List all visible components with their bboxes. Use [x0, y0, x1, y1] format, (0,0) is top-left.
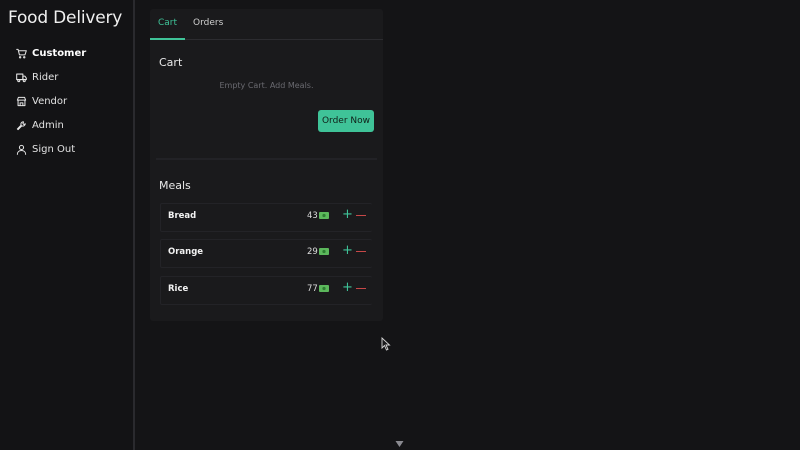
meal-price: 43 [307, 211, 318, 221]
money-icon [319, 285, 329, 292]
chevron-down-icon[interactable] [395, 440, 404, 448]
cart-empty-message: Empty Cart. Add Meals. [219, 81, 314, 90]
add-meal-button[interactable]: + [342, 244, 353, 258]
meal-row-orange: Orange 29 + [160, 239, 372, 268]
minus-icon [356, 251, 366, 252]
meal-price: 77 [307, 284, 318, 294]
mouse-cursor-icon [381, 337, 391, 351]
minus-icon [356, 288, 366, 289]
sidebar-item-rider[interactable]: Rider [16, 65, 86, 89]
meal-name: Orange [168, 247, 204, 257]
tab-orders[interactable]: Orders [193, 9, 223, 39]
meal-price: 29 [307, 247, 318, 257]
section-divider [156, 158, 377, 160]
remove-meal-button[interactable] [356, 246, 366, 256]
meal-name: Rice [168, 284, 189, 294]
sidebar-item-label: Customer [32, 47, 87, 59]
sidebar-item-label: Sign Out [32, 143, 76, 155]
money-icon [319, 212, 329, 219]
sidebar-item-customer[interactable]: Customer [16, 41, 86, 65]
cart-icon [16, 48, 27, 59]
tab-bar: Cart Orders [150, 9, 383, 40]
meal-row-bread: Bread 43 + [160, 203, 372, 232]
active-tab-indicator [150, 38, 185, 40]
sidebar-item-label: Rider [32, 71, 59, 83]
remove-meal-button[interactable] [356, 210, 366, 220]
add-meal-button[interactable]: + [342, 208, 353, 222]
cart-title: Cart [159, 56, 183, 69]
tab-cart[interactable]: Cart [150, 9, 185, 39]
app-title: Food Delivery [8, 8, 123, 28]
add-meal-button[interactable]: + [342, 281, 353, 295]
meal-row-rice: Rice 77 + [160, 276, 372, 305]
app-root: Food Delivery Customer Rider Vendor Admi… [0, 0, 800, 450]
remove-meal-button[interactable] [356, 283, 366, 293]
truck-icon [16, 72, 27, 83]
sidebar-item-vendor[interactable]: Vendor [16, 89, 86, 113]
sidebar-item-label: Vendor [32, 95, 68, 107]
store-icon [16, 96, 27, 107]
money-icon [319, 248, 329, 255]
sidebar: Food Delivery Customer Rider Vendor Admi… [0, 0, 135, 450]
customer-panel: Cart Orders Cart Empty Cart. Add Meals. … [150, 9, 383, 321]
sidebar-item-sign-out[interactable]: Sign Out [16, 137, 86, 161]
wrench-icon [16, 120, 27, 131]
sidebar-item-admin[interactable]: Admin [16, 113, 86, 137]
sidebar-item-label: Admin [32, 119, 64, 131]
user-icon [16, 144, 27, 155]
meals-title: Meals [159, 179, 191, 192]
meal-name: Bread [168, 211, 197, 221]
minus-icon [356, 215, 366, 216]
order-now-button[interactable]: Order Now [318, 110, 374, 132]
sidebar-nav: Customer Rider Vendor Admin Sign Out [16, 41, 86, 161]
